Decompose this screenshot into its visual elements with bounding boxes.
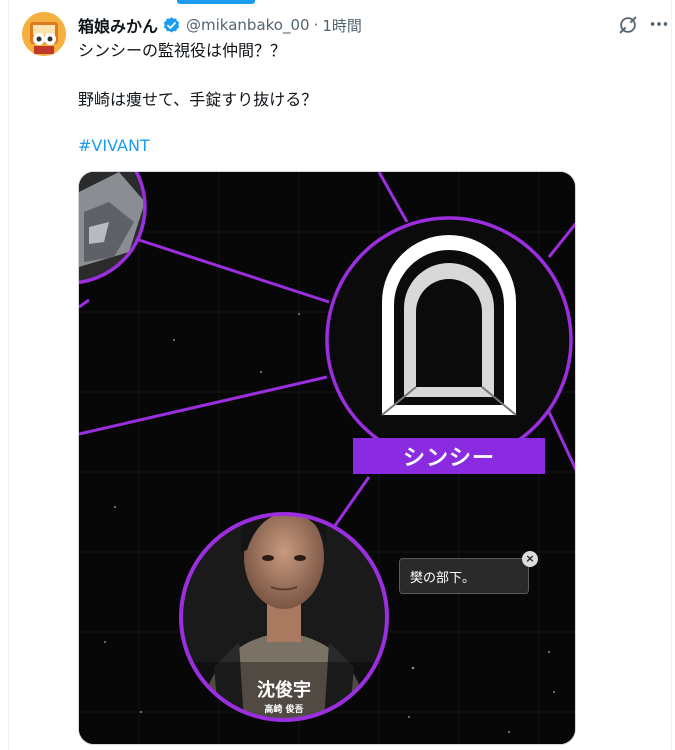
verified-badge-icon [162, 16, 181, 35]
close-icon[interactable]: × [522, 551, 538, 567]
more-icon[interactable] [648, 13, 670, 35]
timestamp[interactable]: 1時間 [322, 15, 362, 36]
hashtag-link[interactable]: #VIVANT [78, 136, 150, 156]
user-handle[interactable]: @mikanbako_00 [186, 16, 310, 34]
tab-indicator [177, 0, 255, 4]
avatar[interactable] [22, 12, 66, 56]
actor-name: 高崎 俊吾 [264, 705, 304, 715]
annotation-bubble: 樊の部下。 [399, 558, 529, 594]
tweet-text-line-2: 野崎は痩せて、手錠すり抜ける？ [78, 90, 318, 109]
separator-dot: · [313, 16, 319, 34]
tweet-header: 箱娘みかん @mikanbako_00 · 1時間 [78, 13, 362, 37]
column-border-left [8, 0, 9, 750]
character-name: 沈俊宇 [257, 680, 311, 701]
tweet-text-line-1: シンシーの監視役は仲間？？ [78, 41, 287, 60]
column-border-right [671, 0, 672, 750]
node-label-badge: シンシー [353, 438, 545, 474]
display-name[interactable]: 箱娘みかん [78, 13, 158, 37]
tweet-media-image[interactable]: シンシー 樊の部下。 × 沈俊宇 高崎 俊吾 [78, 171, 576, 745]
grok-icon[interactable] [617, 14, 639, 36]
